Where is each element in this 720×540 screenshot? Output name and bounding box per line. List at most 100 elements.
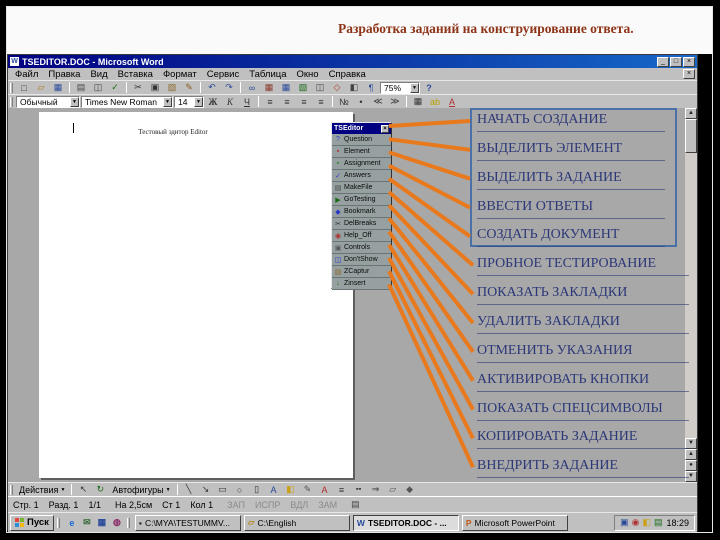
menu-item[interactable]: Справка <box>324 69 371 80</box>
page-down-button[interactable]: ▼ <box>685 471 697 482</box>
arrow-style-icon[interactable]: ⇒ <box>368 483 384 496</box>
bold-button[interactable]: Ж <box>205 95 221 108</box>
line-style-icon[interactable]: ≡ <box>334 483 350 496</box>
redo-icon[interactable]: ↷ <box>221 81 237 94</box>
toolbar-grip[interactable] <box>10 96 13 107</box>
task-explorer[interactable]: ▱ C:\English <box>243 514 350 531</box>
borders-icon[interactable]: ▦ <box>410 95 426 108</box>
autoshapes-menu-button[interactable]: Автофигуры ▼ <box>109 484 173 496</box>
copy-icon[interactable]: ▣ <box>147 81 163 94</box>
controls-button[interactable]: ▣ Controls <box>332 242 391 254</box>
dropdown-caret-icon[interactable]: ▼ <box>70 96 79 107</box>
spelling-icon[interactable]: ✓ <box>107 81 123 94</box>
format-painter-icon[interactable]: ✎ <box>181 81 197 94</box>
delbreaks-button[interactable]: ✂ DelBreaks <box>332 218 391 230</box>
task-powerpoint[interactable]: P Microsoft PowerPoint <box>461 514 568 531</box>
align-left-icon[interactable]: ≡ <box>262 95 278 108</box>
highlight-icon[interactable]: ab <box>427 95 443 108</box>
vertical-scrollbar[interactable]: ▲ ▼ ▲ ● ▼ <box>685 108 697 482</box>
italic-button[interactable]: К <box>222 95 238 108</box>
select-browse-button[interactable]: ● <box>685 460 697 471</box>
status-toggle[interactable]: ЗАМ <box>318 500 337 510</box>
tseditor-close-button[interactable]: × <box>381 124 389 133</box>
zinsert-button[interactable]: ↓ Zinsert <box>332 278 391 290</box>
menu-item[interactable]: Формат <box>158 69 202 80</box>
menu-item[interactable]: Вставка <box>113 69 158 80</box>
page-up-button[interactable]: ▲ <box>685 449 697 460</box>
justify-icon[interactable]: ≡ <box>313 95 329 108</box>
dontshow-button[interactable]: ◫ Don'tShow <box>332 254 391 266</box>
dropdown-caret-icon[interactable]: ▼ <box>410 82 419 93</box>
free-rotate-icon[interactable]: ↻ <box>92 483 108 496</box>
decrease-indent-icon[interactable]: ≪ <box>370 95 386 108</box>
start-button[interactable]: Пуск <box>10 514 54 531</box>
question-button[interactable]: ? Question <box>332 134 391 146</box>
status-toggle[interactable]: ИСПР <box>255 500 280 510</box>
font-size-combobox[interactable]: 14 ▼ <box>174 95 204 108</box>
arrow-icon[interactable]: ↘ <box>198 483 214 496</box>
tseditor-titlebar[interactable]: TSEditor × <box>332 123 391 134</box>
makefile-button[interactable]: ▤ MakeFile <box>332 182 391 194</box>
bookmark-button[interactable]: ◆ Bookmark <box>332 206 391 218</box>
tray-icon-2[interactable]: ◉ <box>632 518 640 527</box>
underline-button[interactable]: Ч <box>239 95 255 108</box>
menu-item[interactable]: Таблица <box>244 69 291 80</box>
insert-excel-icon[interactable]: ▧ <box>295 81 311 94</box>
new-document-icon[interactable]: □ <box>16 81 32 94</box>
task-word[interactable]: W TSEDITOR.DOC - ... <box>352 514 459 531</box>
gotesting-button[interactable]: ▶ GoTesting <box>332 194 391 206</box>
menu-item[interactable]: Сервис <box>202 69 245 80</box>
help-button[interactable]: ? <box>421 81 437 94</box>
menu-item[interactable]: Правка <box>43 69 85 80</box>
align-right-icon[interactable]: ≡ <box>296 95 312 108</box>
answers-button[interactable]: ✓ Answers <box>332 170 391 182</box>
bullet-list-icon[interactable]: • <box>353 95 369 108</box>
status-toggle[interactable]: ЗАП <box>227 500 245 510</box>
zcaptur-button[interactable]: ▨ ZCaptur <box>332 266 391 278</box>
toolbar-grip[interactable] <box>10 82 13 93</box>
increase-indent-icon[interactable]: ≫ <box>387 95 403 108</box>
menu-item[interactable]: Файл <box>10 69 43 80</box>
paste-icon[interactable]: ▨ <box>164 81 180 94</box>
ie-icon[interactable]: e <box>65 516 79 530</box>
fill-color-icon[interactable]: ◧ <box>283 483 299 496</box>
tables-borders-icon[interactable]: ▦ <box>261 81 277 94</box>
text-box-icon[interactable]: ▯ <box>249 483 265 496</box>
helpoff-button[interactable]: ◉ Help_Off <box>332 230 391 242</box>
status-toggle[interactable]: ВДЛ <box>290 500 308 510</box>
numbered-list-icon[interactable]: № <box>336 95 352 108</box>
maximize-button[interactable]: □ <box>670 56 682 67</box>
wordart-icon[interactable]: A <box>266 483 282 496</box>
oval-icon[interactable]: ○ <box>232 483 248 496</box>
tray-icon-3[interactable]: ◧ <box>642 518 651 527</box>
tray-icon-1[interactable]: ▣ <box>620 518 629 527</box>
tray-icon-4[interactable]: ▤ <box>654 518 663 527</box>
document-map-icon[interactable]: ◧ <box>346 81 362 94</box>
actions-menu-button[interactable]: Действия ▼ <box>16 484 68 496</box>
columns-icon[interactable]: ◫ <box>312 81 328 94</box>
font-combobox[interactable]: Times New Roman ▼ <box>81 95 173 108</box>
font-color-2-icon[interactable]: А <box>317 483 333 496</box>
document-close-button[interactable]: × <box>683 69 695 79</box>
dropdown-caret-icon[interactable]: ▼ <box>163 96 172 107</box>
menu-item[interactable]: Вид <box>85 69 112 80</box>
show-hide-icon[interactable]: ¶ <box>363 81 379 94</box>
insert-hyperlink-icon[interactable]: ∞ <box>244 81 260 94</box>
scroll-thumb[interactable] <box>685 119 697 153</box>
rectangle-icon[interactable]: ▭ <box>215 483 231 496</box>
drawing-icon[interactable]: ◇ <box>329 81 345 94</box>
cut-icon[interactable]: ✂ <box>130 81 146 94</box>
font-color-icon[interactable]: А <box>444 95 460 108</box>
dash-style-icon[interactable]: ╍ <box>351 483 367 496</box>
style-combobox[interactable]: Обычный ▼ <box>16 95 80 108</box>
align-center-icon[interactable]: ≡ <box>279 95 295 108</box>
minimize-button[interactable]: _ <box>657 56 669 67</box>
save-icon[interactable]: ▦ <box>50 81 66 94</box>
dropdown-caret-icon[interactable]: ▼ <box>194 96 203 107</box>
3d-icon[interactable]: ◆ <box>402 483 418 496</box>
print-icon[interactable]: ▤ <box>73 81 89 94</box>
select-objects-icon[interactable]: ↖ <box>75 483 91 496</box>
line-icon[interactable]: ╲ <box>181 483 197 496</box>
task-ms-dos[interactable]: ▪ C:\MYA\TESTUMMV... <box>134 514 241 531</box>
scroll-up-button[interactable]: ▲ <box>685 108 697 119</box>
